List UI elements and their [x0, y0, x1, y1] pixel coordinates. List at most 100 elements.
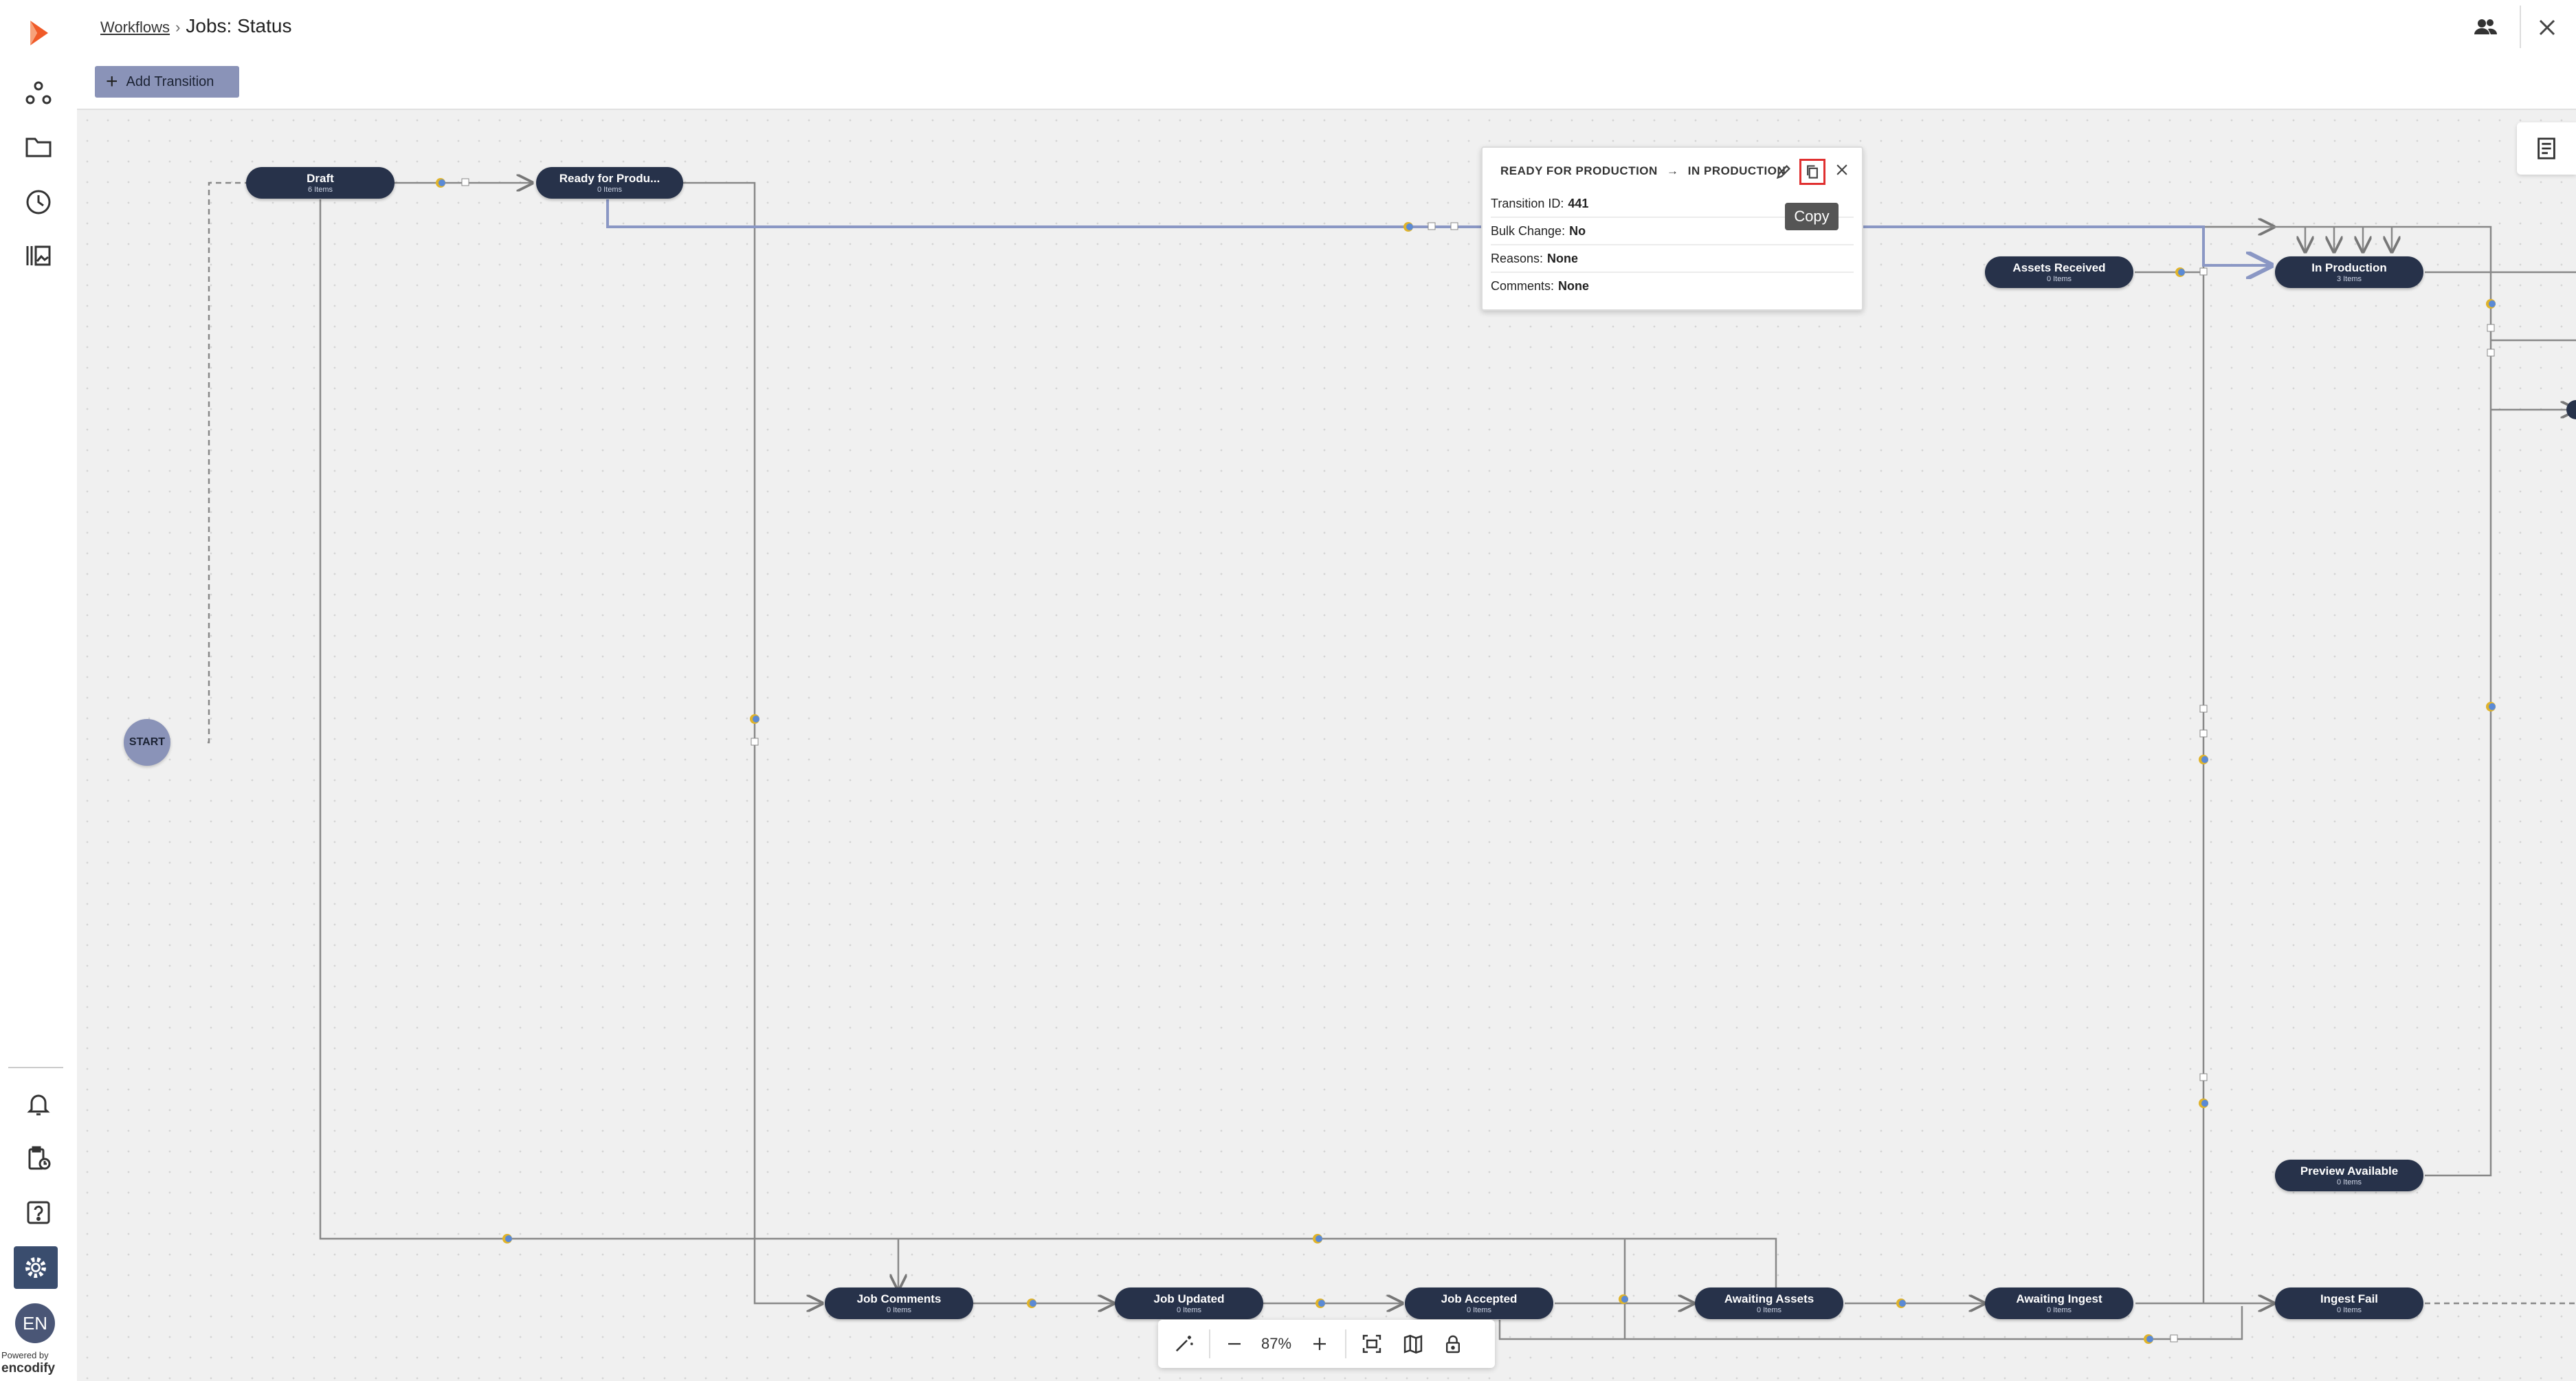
- edge-draft-bus: [319, 199, 1776, 1303]
- node-preview-available[interactable]: Preview Available 0 Items: [2275, 1160, 2423, 1191]
- zoom-divider: [1345, 1329, 1346, 1358]
- folder-icon[interactable]: [21, 129, 56, 165]
- popup-title: READY FOR PRODUCTION → IN PRODUCTION: [1500, 164, 1786, 178]
- zoom-controls: 87%: [1158, 1320, 1495, 1368]
- node-name: Ready for Produ...: [559, 172, 660, 185]
- node-count: 0 Items: [2046, 275, 2072, 283]
- node-name: In Production: [2311, 261, 2387, 274]
- node-awaiting-ingest[interactable]: Awaiting Ingest 0 Items: [1985, 1288, 2133, 1319]
- node-in-production[interactable]: In Production 3 Items: [2275, 256, 2423, 288]
- node-awaiting-assets[interactable]: Awaiting Assets 0 Items: [1695, 1288, 1843, 1319]
- copy-icon: [1807, 165, 1818, 179]
- node-count: 0 Items: [886, 1306, 912, 1314]
- brand-logo: encodify: [1, 1361, 56, 1376]
- workflow-icon[interactable]: [21, 76, 56, 111]
- zoom-out-button[interactable]: [1220, 1329, 1249, 1358]
- lock-icon[interactable]: [1439, 1329, 1467, 1358]
- breadcrumb-workflows-link[interactable]: Workflows: [100, 19, 170, 36]
- connections-layer: [208, 110, 2576, 1344]
- node-name: Awaiting Ingest: [2016, 1292, 2102, 1305]
- map-icon[interactable]: [1399, 1329, 1428, 1358]
- details-panel-button[interactable]: [2517, 122, 2576, 175]
- document-icon: [2538, 137, 2555, 159]
- reasons-label: Reasons:: [1491, 251, 1544, 265]
- node-count: 6 Items: [307, 186, 333, 194]
- zoom-in-button[interactable]: [1305, 1329, 1334, 1358]
- zoom-divider: [1209, 1329, 1210, 1358]
- node-count: 0 Items: [1466, 1306, 1492, 1314]
- header-divider: [2520, 5, 2521, 48]
- node-name: Draft: [307, 172, 334, 185]
- users-icon[interactable]: [2472, 14, 2499, 41]
- popup-arrow: →: [1667, 164, 1679, 177]
- node-name: Ingest Fail: [2320, 1292, 2379, 1305]
- breadcrumb-separator: ›: [175, 19, 181, 36]
- add-transition-label: Add Transition: [126, 74, 214, 89]
- clipboard-clock-icon[interactable]: [21, 1141, 56, 1177]
- node-ready-for-production[interactable]: Ready for Produ... 0 Items: [536, 167, 683, 199]
- node-draft[interactable]: Draft 6 Items: [246, 167, 395, 199]
- breadcrumb: Workflows › Jobs: Status: [100, 15, 291, 37]
- node-count: 0 Items: [1176, 1306, 1202, 1314]
- fit-screen-icon[interactable]: [1357, 1329, 1386, 1358]
- edge-start-draft: [208, 181, 249, 744]
- popup-close-icon[interactable]: [1834, 162, 1853, 181]
- bulk-change-label: Bulk Change:: [1491, 223, 1566, 238]
- toolbar: + Add Transition: [77, 55, 2576, 110]
- reasons-row: Reasons: None: [1491, 245, 1854, 273]
- bulk-change-value: No: [1569, 223, 1586, 238]
- help-icon[interactable]: [21, 1195, 56, 1230]
- node-count: 0 Items: [597, 186, 623, 194]
- logo-icon[interactable]: [21, 15, 56, 51]
- transition-markers: [436, 178, 2496, 1344]
- comments-label: Comments:: [1491, 278, 1555, 293]
- node-ingest-fail[interactable]: Ingest Fail 0 Items: [2275, 1288, 2423, 1319]
- gear-icon: [25, 1257, 46, 1278]
- node-offscreen-edge: [2566, 400, 2576, 419]
- edge-right-loop: [2203, 225, 2492, 1177]
- node-count: 3 Items: [2336, 275, 2362, 283]
- node-count: 0 Items: [2046, 1306, 2072, 1314]
- powered-by-text: Powered by: [1, 1350, 49, 1360]
- reasons-value: None: [1547, 251, 1579, 265]
- node-count: 0 Items: [2336, 1178, 2362, 1186]
- page-title: Jobs: Status: [186, 15, 292, 36]
- comments-value: None: [1558, 278, 1590, 293]
- node-name: Job Comments: [856, 1292, 942, 1305]
- node-name: Assets Received: [2012, 261, 2106, 274]
- popup-to-state: IN PRODUCTION: [1687, 164, 1786, 177]
- clock-icon[interactable]: [21, 184, 56, 220]
- plus-icon: +: [106, 70, 118, 93]
- node-name: Preview Available: [2300, 1164, 2399, 1178]
- workflow-canvas[interactable]: START Draft 6 Items Ready for Produ... 0 I…: [77, 110, 2576, 1381]
- node-job-updated[interactable]: Job Updated 0 Items: [1115, 1288, 1263, 1319]
- copy-tooltip: Copy: [1785, 203, 1839, 230]
- node-name: Job Updated: [1153, 1292, 1225, 1305]
- comments-row: Comments: None: [1491, 273, 1854, 299]
- settings-button[interactable]: [14, 1246, 58, 1289]
- edge-selected-ready-inprod: [606, 199, 2271, 265]
- edit-icon[interactable]: [1775, 163, 1794, 182]
- node-count: 0 Items: [1756, 1306, 1782, 1314]
- transition-id-label: Transition ID:: [1491, 196, 1564, 210]
- zoom-level: 87%: [1261, 1335, 1292, 1352]
- library-icon[interactable]: [21, 238, 56, 274]
- node-job-accepted[interactable]: Job Accepted 0 Items: [1405, 1288, 1553, 1319]
- close-icon[interactable]: [2535, 15, 2560, 40]
- node-job-comments[interactable]: Job Comments 0 Items: [825, 1288, 973, 1319]
- edge-vertical-inprod: [2202, 227, 2274, 1303]
- node-count: 0 Items: [2336, 1306, 2362, 1314]
- magic-wand-icon[interactable]: [1169, 1329, 1198, 1358]
- start-node[interactable]: START: [124, 719, 170, 766]
- node-assets-received[interactable]: Assets Received 0 Items: [1985, 256, 2133, 288]
- node-name: Awaiting Assets: [1724, 1292, 1814, 1305]
- copy-button[interactable]: [1799, 159, 1825, 185]
- popup-from-state: READY FOR PRODUCTION: [1500, 164, 1658, 177]
- bell-icon[interactable]: [21, 1086, 56, 1122]
- avatar[interactable]: EN: [15, 1303, 55, 1343]
- add-transition-button[interactable]: + Add Transition: [95, 66, 239, 98]
- sidebar-divider: [8, 1067, 63, 1068]
- transition-id-value: 441: [1568, 196, 1589, 210]
- node-name: Job Accepted: [1441, 1292, 1518, 1305]
- sidebar: EN Powered by encodify: [0, 0, 78, 1381]
